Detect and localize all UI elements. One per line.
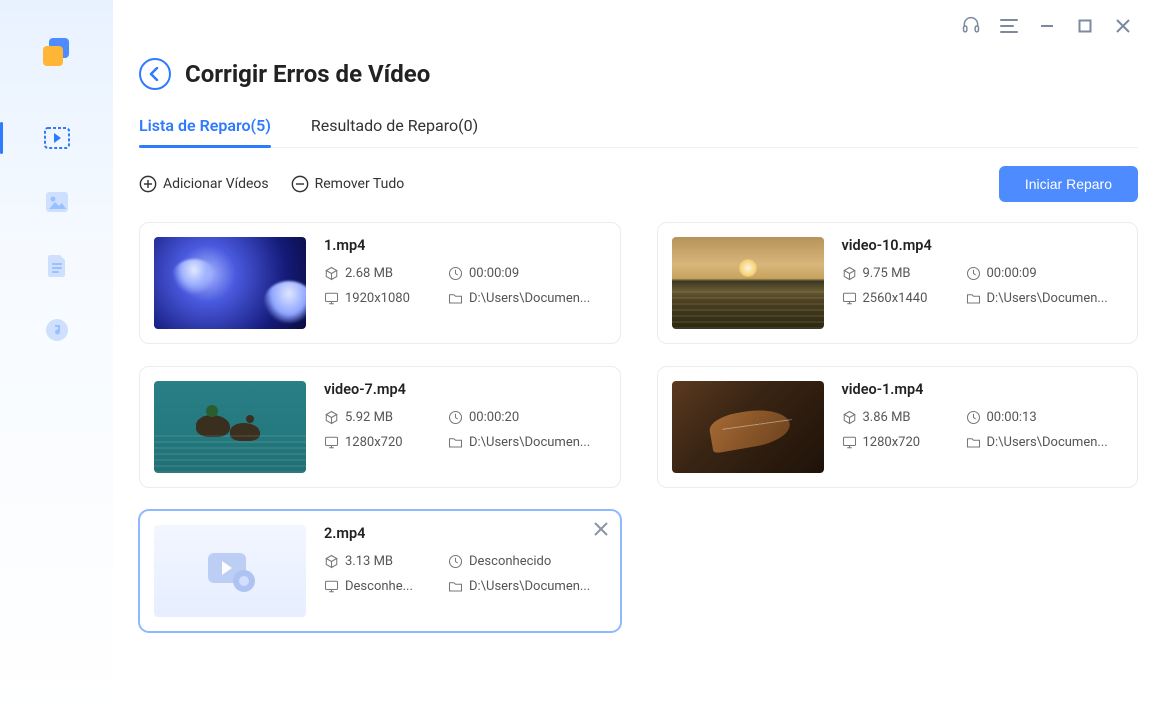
back-button[interactable] <box>139 58 171 90</box>
add-videos-button[interactable]: Adicionar Vídeos <box>139 175 269 193</box>
video-size: 3.13 MB <box>324 554 420 569</box>
video-size: 9.75 MB <box>842 266 938 281</box>
close-button[interactable] <box>1112 15 1134 37</box>
video-name: video-7.mp4 <box>324 381 606 398</box>
video-resolution: 2560x1440 <box>842 291 938 306</box>
video-name: video-10.mp4 <box>842 237 1124 254</box>
video-card-body: 1.mp4 2.68 MB 00:00:09 1920x1080 D:\Users\Do… <box>324 237 606 329</box>
video-repair-icon <box>41 122 73 154</box>
video-duration: 00:00:09 <box>448 266 519 281</box>
plus-circle-icon <box>139 175 157 193</box>
video-thumbnail <box>672 237 824 329</box>
video-card[interactable]: video-7.mp4 5.92 MB 00:00:20 1280x720 D:\Use… <box>139 366 621 488</box>
remove-all-label: Remover Tudo <box>315 176 405 192</box>
sidebar-item-video[interactable] <box>0 106 113 170</box>
document-icon <box>41 250 73 282</box>
video-size: 3.86 MB <box>842 410 938 425</box>
video-card[interactable]: video-10.mp4 9.75 MB 00:00:09 2560x1440 D:\U… <box>657 222 1139 344</box>
tab-repair-result[interactable]: Resultado de Reparo(0) <box>311 116 478 147</box>
video-card-body: video-1.mp4 3.86 MB 00:00:13 1280x720 D:\Use… <box>842 381 1124 473</box>
add-videos-label: Adicionar Vídeos <box>163 176 269 192</box>
page-title: Corrigir Erros de Vídeo <box>185 60 430 88</box>
remove-video-button[interactable] <box>594 521 608 540</box>
video-name: 1.mp4 <box>324 237 606 254</box>
video-size: 5.92 MB <box>324 410 420 425</box>
minimize-button[interactable] <box>1036 15 1058 37</box>
video-card-body: 2.mp4 3.13 MB Desconhecido Desconhe... D:\Us… <box>324 525 606 617</box>
maximize-button[interactable] <box>1074 15 1096 37</box>
start-repair-button[interactable]: Iniciar Reparo <box>999 166 1138 202</box>
video-thumbnail <box>154 525 306 617</box>
video-path: D:\Users\Documen... <box>448 435 606 450</box>
app-logo <box>43 38 71 66</box>
video-card[interactable]: 1.mp4 2.68 MB 00:00:09 1920x1080 D:\Users\Do… <box>139 222 621 344</box>
video-grid: 1.mp4 2.68 MB 00:00:09 1920x1080 D:\Users\Do… <box>139 222 1138 632</box>
tab-repair-list[interactable]: Lista de Reparo(5) <box>139 116 271 147</box>
page-header: Corrigir Erros de Vídeo <box>139 58 1138 90</box>
video-duration: 00:00:13 <box>966 410 1037 425</box>
video-card[interactable]: 2.mp4 3.13 MB Desconhecido Desconhe... D:\Us… <box>139 510 621 632</box>
sidebar-item-photo[interactable] <box>0 170 113 234</box>
video-card[interactable]: video-1.mp4 3.86 MB 00:00:13 1280x720 D:\Use… <box>657 366 1139 488</box>
video-path: D:\Users\Documen... <box>966 291 1124 306</box>
toolbar: Adicionar Vídeos Remover Tudo Iniciar Re… <box>139 166 1138 202</box>
minus-circle-icon <box>291 175 309 193</box>
video-path: D:\Users\Documen... <box>448 579 606 594</box>
video-card-body: video-10.mp4 9.75 MB 00:00:09 2560x1440 D:\U… <box>842 237 1124 329</box>
remove-all-button[interactable]: Remover Tudo <box>291 175 405 193</box>
video-thumbnail <box>154 237 306 329</box>
video-resolution: Desconhe... <box>324 579 420 594</box>
video-path: D:\Users\Documen... <box>448 291 606 306</box>
sidebar <box>0 0 113 720</box>
photo-icon <box>41 186 73 218</box>
sidebar-item-audio[interactable] <box>0 298 113 362</box>
video-name: 2.mp4 <box>324 525 606 542</box>
video-thumbnail <box>672 381 824 473</box>
support-icon[interactable] <box>960 15 982 37</box>
video-duration: Desconhecido <box>448 554 551 569</box>
audio-icon <box>41 314 73 346</box>
video-size: 2.68 MB <box>324 266 420 281</box>
main-content: Corrigir Erros de Vídeo Lista de Reparo(… <box>113 0 1168 720</box>
sidebar-item-document[interactable] <box>0 234 113 298</box>
video-resolution: 1280x720 <box>842 435 938 450</box>
video-resolution: 1920x1080 <box>324 291 420 306</box>
menu-icon[interactable] <box>998 15 1020 37</box>
title-bar <box>139 0 1138 52</box>
video-duration: 00:00:09 <box>966 266 1037 281</box>
video-thumbnail <box>154 381 306 473</box>
video-name: video-1.mp4 <box>842 381 1124 398</box>
video-card-body: video-7.mp4 5.92 MB 00:00:20 1280x720 D:\Use… <box>324 381 606 473</box>
video-path: D:\Users\Documen... <box>966 435 1124 450</box>
video-resolution: 1280x720 <box>324 435 420 450</box>
tabs: Lista de Reparo(5) Resultado de Reparo(0… <box>139 116 1138 148</box>
video-duration: 00:00:20 <box>448 410 519 425</box>
